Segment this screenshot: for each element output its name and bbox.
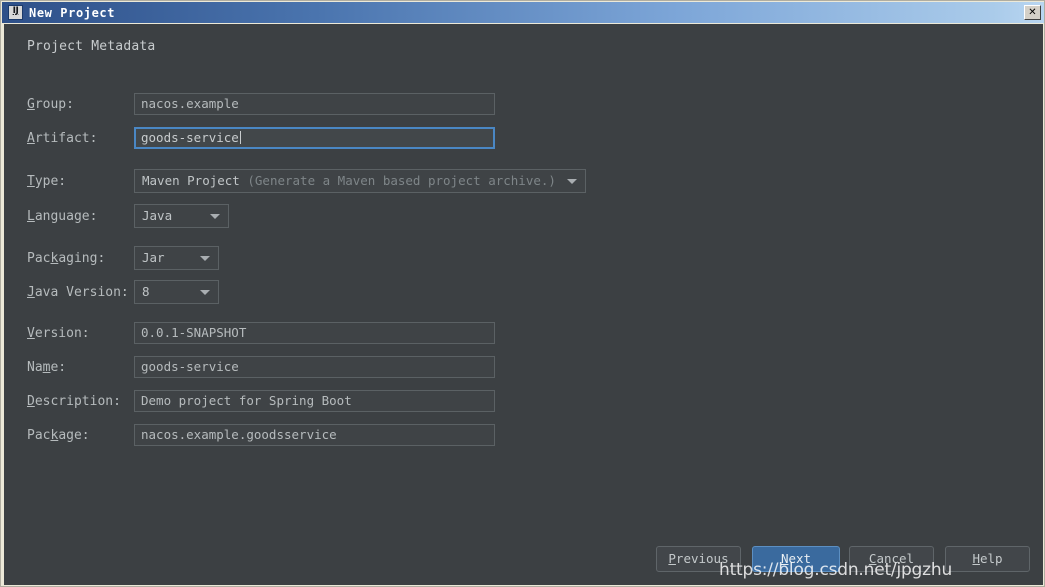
mnemonic-packaging: k <box>50 251 59 266</box>
version-input[interactable]: 0.0.1-SNAPSHOT <box>134 322 495 344</box>
language-selected-value: Java <box>142 208 173 223</box>
name-value: goods-service <box>141 359 239 374</box>
java-version-selected-value: 8 <box>142 284 150 299</box>
previous-button[interactable]: Previous <box>656 546 741 572</box>
mnemonic-next: N <box>780 551 789 566</box>
mnemonic-package: k <box>50 428 59 443</box>
group-input[interactable]: nacos.example <box>134 93 495 115</box>
group-value: nacos.example <box>141 96 239 111</box>
label-package: Package: <box>27 428 90 443</box>
chevron-down-icon[interactable] <box>200 256 210 261</box>
description-value: Demo project for Spring Boot <box>141 393 352 408</box>
label-type: Type: <box>27 174 67 189</box>
cancel-button[interactable]: Cancel <box>849 546 934 572</box>
package-input[interactable]: nacos.example.goodsservice <box>134 424 495 446</box>
mnemonic-artifact: A <box>27 131 35 146</box>
label-group: Group: <box>27 97 74 112</box>
artifact-value: goods-service <box>141 130 239 145</box>
label-java-version: Java Version: <box>27 285 129 300</box>
type-dropdown[interactable]: Maven Project (Generate a Maven based pr… <box>134 169 586 193</box>
mnemonic-description: D <box>27 394 35 409</box>
description-input[interactable]: Demo project for Spring Boot <box>134 390 495 412</box>
page-title: Project Metadata <box>27 39 156 54</box>
artifact-input[interactable]: goods-service <box>134 127 495 149</box>
title-bar-gradient <box>2 2 1044 23</box>
app-icon-text: IJ <box>12 6 19 16</box>
close-icon[interactable]: ✕ <box>1024 5 1041 20</box>
package-value: nacos.example.goodsservice <box>141 427 337 442</box>
mnemonic-cancel: C <box>868 551 877 566</box>
title-bar: IJ New Project ✕ <box>2 2 1044 23</box>
mnemonic-group: G <box>27 97 35 112</box>
intellij-idea-icon: IJ <box>8 5 23 20</box>
label-packaging: Packaging: <box>27 251 106 266</box>
mnemonic-name: m <box>42 360 51 375</box>
packaging-dropdown[interactable]: Jar <box>134 246 219 270</box>
java-version-dropdown[interactable]: 8 <box>134 280 219 304</box>
packaging-selected-value: Jar <box>142 250 165 265</box>
chevron-down-icon[interactable] <box>200 290 210 295</box>
label-artifact: Artifact: <box>27 131 98 146</box>
window-title: New Project <box>29 5 116 20</box>
dialog-content: Project Metadata Group: nacos.example Arti… <box>4 24 1043 585</box>
name-input[interactable]: goods-service <box>134 356 495 378</box>
mnemonic-type: T <box>27 174 35 189</box>
mnemonic-help: H <box>972 551 980 566</box>
type-selected-value: Maven Project <box>142 173 240 188</box>
label-language: Language: <box>27 209 98 224</box>
text-caret <box>239 131 241 144</box>
next-button[interactable]: Next <box>752 546 840 572</box>
mnemonic-language: L <box>27 209 35 224</box>
mnemonic-version: V <box>27 326 35 341</box>
language-dropdown[interactable]: Java <box>134 204 229 228</box>
version-value: 0.0.1-SNAPSHOT <box>141 325 247 340</box>
chevron-down-icon[interactable] <box>210 214 220 219</box>
type-hint: (Generate a Maven based project archive.… <box>239 173 556 188</box>
new-project-dialog-window: IJ New Project ✕ Project Metadata Group:… <box>0 0 1045 587</box>
label-name: Name: <box>27 360 67 375</box>
label-version: Version: <box>27 326 90 341</box>
mnemonic-java-version: J <box>27 285 35 300</box>
label-description: Description: <box>27 394 121 409</box>
mnemonic-previous: P <box>668 551 676 566</box>
help-button[interactable]: Help <box>945 546 1030 572</box>
chevron-down-icon[interactable] <box>567 179 577 184</box>
